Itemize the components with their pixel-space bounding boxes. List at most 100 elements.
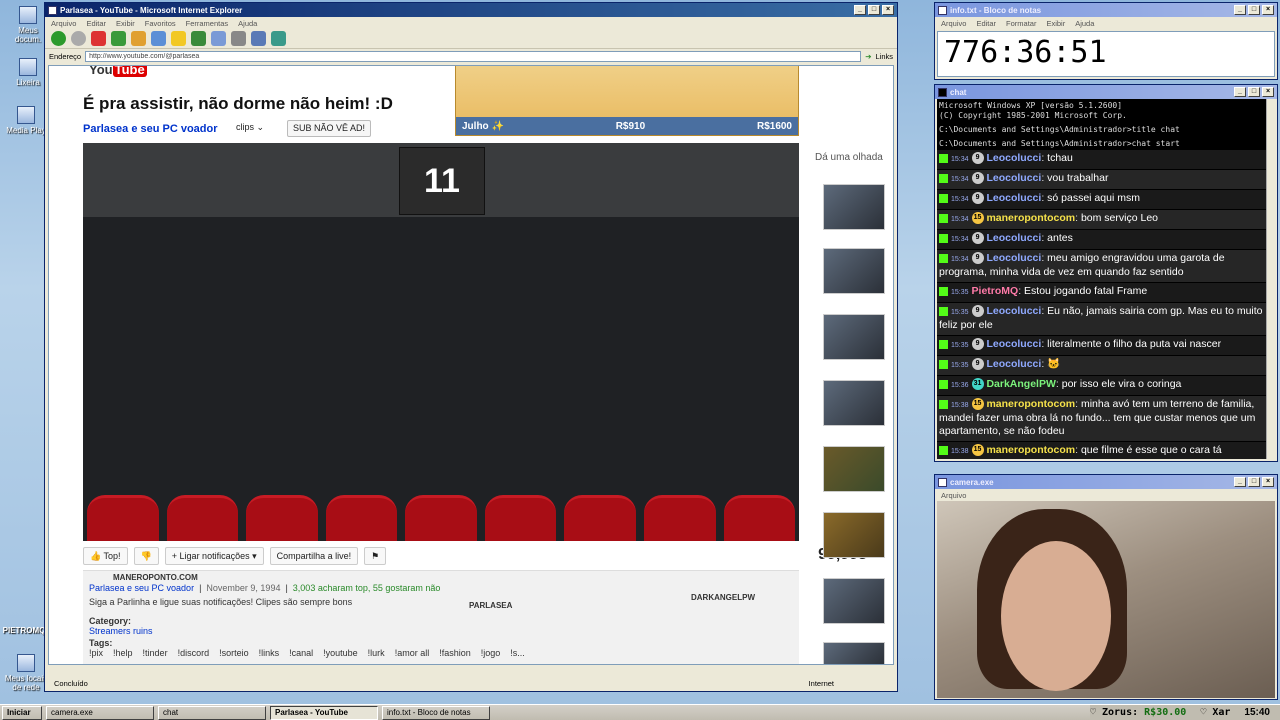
menu-exibir[interactable]: Exibir — [1046, 19, 1065, 28]
related-video-thumb[interactable] — [823, 578, 885, 624]
video-player[interactable]: 11 — [83, 143, 799, 541]
related-video-thumb[interactable] — [823, 380, 885, 426]
chat-username[interactable]: Leocolucci — [986, 358, 1041, 370]
related-video-thumb[interactable] — [823, 184, 885, 230]
go-icon[interactable]: ➔ — [865, 52, 871, 61]
related-video-thumb[interactable] — [823, 248, 885, 294]
menu-editar[interactable]: Editar — [976, 19, 996, 28]
tag[interactable]: !tinder — [143, 648, 168, 658]
share-button[interactable]: Compartilha a live! — [269, 547, 359, 565]
clips-dropdown[interactable]: clips ⌄ — [231, 120, 269, 137]
chat-scrollbar[interactable] — [1266, 99, 1275, 459]
print-icon[interactable] — [231, 31, 246, 46]
chat-username[interactable]: Leocolucci — [986, 305, 1041, 317]
back-icon[interactable] — [51, 31, 66, 46]
tag[interactable]: !youtube — [323, 648, 358, 658]
task-notepad[interactable]: info.txt - Bloco de notas — [382, 705, 490, 720]
chat-username[interactable]: Leocolucci — [986, 338, 1041, 350]
tag[interactable]: !jogo — [481, 648, 501, 658]
youtube-logo[interactable]: You Tube — [89, 66, 147, 77]
tag[interactable]: !amor all — [395, 648, 430, 658]
chat-username[interactable]: DarkAngelPW — [986, 378, 1055, 390]
chat-username[interactable]: PietroMQ — [972, 285, 1019, 297]
maximize-button[interactable]: □ — [1248, 87, 1260, 97]
menu-ajuda[interactable]: Ajuda — [1075, 19, 1094, 28]
chat-username[interactable]: maneropontocom — [986, 398, 1075, 410]
dislike-button[interactable]: 👎 — [133, 547, 159, 565]
refresh-icon[interactable] — [111, 31, 126, 46]
maximize-button[interactable]: □ — [868, 5, 880, 15]
tags-label: Tags: — [89, 638, 113, 648]
related-video-thumb[interactable] — [823, 314, 885, 360]
menu-favoritos[interactable]: Favoritos — [145, 19, 176, 28]
task-chat[interactable]: chat — [158, 705, 266, 720]
notepad-titlebar[interactable]: info.txt - Bloco de notas _ □ × — [935, 3, 1277, 17]
minimize-button[interactable]: _ — [854, 5, 866, 15]
close-button[interactable]: × — [1262, 87, 1274, 97]
tag[interactable]: !canal — [289, 648, 313, 658]
edit-icon[interactable] — [251, 31, 266, 46]
favorites-icon[interactable] — [171, 31, 186, 46]
menu-arquivo[interactable]: Arquivo — [941, 491, 966, 500]
close-button[interactable]: × — [882, 5, 894, 15]
forward-icon[interactable] — [71, 31, 86, 46]
tag[interactable]: !s... — [510, 648, 525, 658]
tag[interactable]: !lurk — [368, 648, 385, 658]
address-input[interactable] — [85, 50, 862, 62]
menu-arquivo[interactable]: Arquivo — [51, 19, 76, 28]
menu-arquivo[interactable]: Arquivo — [941, 19, 966, 28]
camera-titlebar[interactable]: camera.exe _ □ × — [935, 475, 1277, 489]
chat-username[interactable]: Leocolucci — [986, 172, 1041, 184]
chat-username[interactable]: Leocolucci — [986, 232, 1041, 244]
close-button[interactable]: × — [1262, 477, 1274, 487]
related-video-thumb[interactable] — [823, 446, 885, 492]
menu-ajuda[interactable]: Ajuda — [238, 19, 257, 28]
tag[interactable]: !links — [259, 648, 280, 658]
tag[interactable]: !pix — [89, 648, 103, 658]
menu-editar[interactable]: Editar — [86, 19, 106, 28]
related-video-thumb[interactable] — [823, 642, 885, 664]
ie-titlebar[interactable]: Parlasea - YouTube - Microsoft Internet … — [45, 3, 897, 17]
mail-icon[interactable] — [211, 31, 226, 46]
notify-button[interactable]: + Ligar notificações ▾ — [164, 547, 264, 565]
channel-link[interactable]: Parlasea e seu PC voador — [83, 123, 218, 135]
history-icon[interactable] — [191, 31, 206, 46]
like-button[interactable]: 👍 Top! — [83, 547, 128, 565]
minimize-button[interactable]: _ — [1234, 5, 1246, 15]
tag[interactable]: !help — [113, 648, 133, 658]
task-youtube[interactable]: Parlasea - YouTube — [270, 705, 378, 720]
chat-username[interactable]: Leocolucci — [986, 192, 1041, 204]
chat-username[interactable]: Leocolucci — [986, 152, 1041, 164]
tag[interactable]: !sorteio — [219, 648, 249, 658]
category-value[interactable]: Streamers ruins — [89, 626, 793, 636]
ie-icon — [48, 5, 57, 15]
desktop-icon-network[interactable]: Meus locais de rede — [4, 654, 48, 692]
chat-username[interactable]: maneropontocom — [986, 212, 1075, 224]
task-camera[interactable]: camera.exe — [46, 705, 154, 720]
flag-icon[interactable]: ⚑ — [364, 547, 387, 565]
home-icon[interactable] — [131, 31, 146, 46]
close-button[interactable]: × — [1262, 5, 1274, 15]
start-button[interactable]: Iniciar — [2, 705, 42, 720]
tag[interactable]: !fashion — [439, 648, 471, 658]
stop-icon[interactable] — [91, 31, 106, 46]
desc-channel[interactable]: Parlasea e seu PC voador — [89, 583, 194, 593]
menu-exibir[interactable]: Exibir — [116, 19, 135, 28]
desktop-icon-media[interactable]: Media Play — [4, 106, 48, 135]
menu-ferramentas[interactable]: Ferramentas — [186, 19, 229, 28]
related-video-thumb[interactable] — [823, 512, 885, 558]
chat-username[interactable]: Leocolucci — [986, 252, 1041, 264]
maximize-button[interactable]: □ — [1248, 477, 1260, 487]
links-label[interactable]: Links — [875, 52, 897, 61]
minimize-button[interactable]: _ — [1234, 87, 1246, 97]
subscribe-button[interactable]: SUB NÃO VÊ AD! — [287, 120, 372, 137]
menu-formatar[interactable]: Formatar — [1006, 19, 1036, 28]
maximize-button[interactable]: □ — [1248, 5, 1260, 15]
tag[interactable]: !discord — [178, 648, 210, 658]
messenger-icon[interactable] — [271, 31, 286, 46]
minimize-button[interactable]: _ — [1234, 477, 1246, 487]
notepad-text[interactable]: 776:36:51 — [937, 31, 1275, 77]
chat-titlebar[interactable]: chat _ □ × — [935, 85, 1277, 99]
search-icon[interactable] — [151, 31, 166, 46]
chat-username[interactable]: maneropontocom — [986, 444, 1075, 456]
